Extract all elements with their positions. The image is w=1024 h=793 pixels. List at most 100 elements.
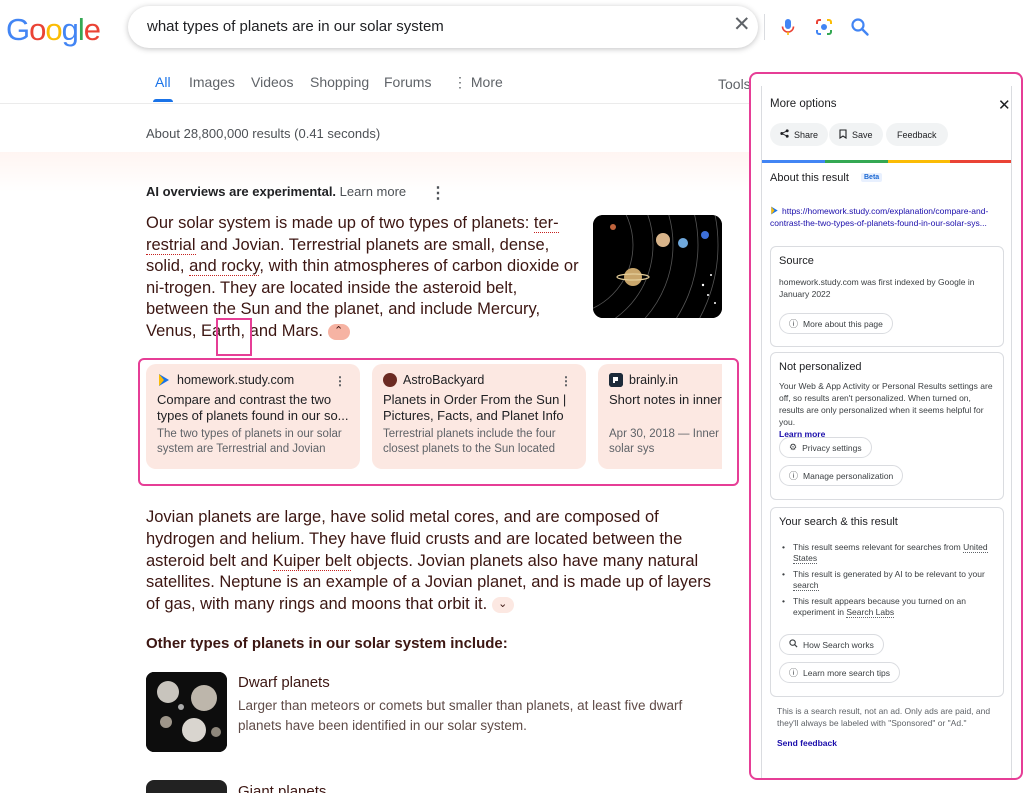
paragraph-text: Our solar system is made up of two types…: [146, 214, 534, 232]
collapse-sources-button[interactable]: ⌃: [327, 323, 350, 340]
gear-icon: ⚙: [789, 442, 798, 452]
learn-more-link[interactable]: Learn more: [340, 184, 406, 199]
bullet-link[interactable]: Search Labs: [846, 606, 895, 618]
tab-videos[interactable]: Videos: [251, 74, 294, 90]
your-search-section: Your search & this result This result se…: [770, 507, 1004, 697]
ad-disclaimer: This is a search result, not an ad. Only…: [777, 706, 991, 728]
personalization-body: Your Web & App Activity or Personal Resu…: [779, 381, 993, 427]
other-types-heading: Other types of planets in our solar syst…: [146, 635, 508, 652]
ai-overview-paragraph-2: Jovian planets are large, have solid met…: [146, 507, 721, 616]
save-button[interactable]: Save: [829, 123, 883, 146]
manage-personalization-label: Manage personalization: [803, 470, 894, 481]
term-link[interactable]: Kuiper belt: [272, 551, 352, 571]
logo-letter: g: [61, 12, 79, 47]
save-label: Save: [852, 129, 873, 140]
source-header: homework.study.com: [157, 373, 349, 387]
search-tips-label: Learn more search tips: [803, 667, 890, 678]
source-snippet: Terrestrial planets include the four clo…: [383, 428, 556, 455]
tab-shopping[interactable]: Shopping: [310, 74, 369, 90]
personalization-heading: Not personalized: [779, 361, 862, 373]
list-item: This result appears because you turned o…: [779, 596, 995, 618]
personalization-section: Not personalized Your Web & App Activity…: [770, 352, 1004, 500]
share-button[interactable]: Share: [770, 123, 829, 146]
brainly-favicon-icon: [609, 373, 623, 387]
how-search-works-label: How Search works: [803, 639, 874, 650]
astrobackyard-favicon-icon: [383, 373, 397, 387]
tab-more[interactable]: ⋮ More: [453, 74, 503, 91]
term-link[interactable]: and rocky: [189, 257, 260, 277]
mic-icon[interactable]: [778, 17, 798, 37]
about-result-title: About this result: [770, 172, 849, 184]
source-site: AstroBackyard: [403, 373, 485, 387]
privacy-settings-button[interactable]: ⚙ Privacy settings: [779, 437, 872, 458]
result-url-link[interactable]: https://homework.study.com/explanation/c…: [770, 205, 1006, 229]
list-item: This result is generated by AI to be rel…: [779, 569, 995, 591]
source-snippet: The two types of planets in our solar sy…: [157, 428, 342, 455]
search-tips-button[interactable]: ⓘ Learn more search tips: [779, 662, 900, 683]
dwarf-planets-description: Larger than meteors or comets but smalle…: [238, 698, 683, 733]
google-logo[interactable]: Google: [6, 12, 101, 48]
chevron-down-icon: ⌄: [498, 597, 508, 610]
panel-color-bar: [762, 160, 1011, 163]
source-title: Compare and contrast the two types of pl…: [157, 392, 349, 423]
result-url: https://homework.study.com/explanation/c…: [770, 206, 989, 228]
info-icon: ⓘ: [789, 668, 799, 678]
giant-planets-image[interactable]: [146, 780, 227, 793]
info-icon: ⓘ: [789, 319, 799, 329]
logo-letter: o: [45, 12, 62, 47]
logo-letter: G: [6, 12, 30, 47]
tab-all[interactable]: All: [153, 74, 173, 102]
logo-letter: e: [83, 12, 101, 47]
source-title: Planets in Order From the Sun | Pictures…: [383, 392, 567, 423]
source-snippet: Apr 30, 2018 — Inner p planets in the so…: [609, 428, 722, 455]
source-title: Short notes in inner: [609, 392, 722, 407]
search-bar[interactable]: what types of planets are in our solar s…: [128, 6, 869, 48]
source-card[interactable]: AstroBackyard ⋮ Planets in Order From th…: [372, 364, 586, 469]
giant-planets-title[interactable]: Giant planets: [238, 783, 326, 793]
source-site: homework.study.com: [177, 373, 295, 387]
more-vert-icon[interactable]: ⋮: [430, 183, 446, 203]
tools-button[interactable]: Tools: [718, 76, 751, 92]
more-about-page-button[interactable]: ⓘ More about this page: [779, 313, 893, 334]
source-section: Source homework.study.com was first inde…: [770, 246, 1004, 347]
bullet-link[interactable]: search: [793, 579, 819, 591]
ai-overview-paragraph-1: Our solar system is made up of two types…: [146, 213, 580, 343]
dwarf-planets-title[interactable]: Dwarf planets: [238, 674, 330, 691]
how-search-works-button[interactable]: How Search works: [779, 634, 884, 655]
source-card[interactable]: homework.study.com ⋮ Compare and contras…: [146, 364, 360, 469]
source-heading: Source: [779, 255, 814, 267]
tabs-divider: [0, 103, 750, 104]
bullet-text: This result seems relevant for searches …: [793, 542, 964, 552]
search-divider: [764, 14, 765, 40]
bullet-text: This result is generated by AI to be rel…: [793, 569, 985, 579]
more-vert-icon[interactable]: ⋮: [334, 374, 346, 388]
search-input[interactable]: what types of planets are in our solar s…: [147, 18, 444, 35]
dwarf-planets-image[interactable]: [146, 672, 227, 752]
manage-personalization-button[interactable]: ⓘ Manage personalization: [779, 465, 904, 486]
your-search-heading: Your search & this result: [779, 516, 898, 528]
more-vert-icon[interactable]: ⋮: [560, 374, 572, 388]
list-item: This result seems relevant for searches …: [779, 542, 995, 564]
study-favicon-icon: [157, 373, 171, 387]
more-options-panel: More options ✕ Share Save Feedback About…: [761, 86, 1012, 778]
tab-images[interactable]: Images: [189, 74, 235, 90]
solar-system-image[interactable]: [593, 215, 722, 318]
vertical-dots-icon: ⋮: [453, 74, 471, 90]
study-favicon-icon: [770, 206, 779, 215]
feedback-button[interactable]: Feedback: [886, 123, 948, 146]
search-icon: [789, 639, 798, 650]
close-icon[interactable]: ✕: [998, 96, 1011, 114]
results-stats: About 28,800,000 results (0.41 seconds): [146, 126, 381, 141]
close-icon[interactable]: ✕: [733, 14, 751, 35]
source-cards: homework.study.com ⋮ Compare and contras…: [146, 364, 722, 470]
send-feedback-link[interactable]: Send feedback: [777, 738, 837, 748]
source-header: brainly.in: [609, 373, 722, 387]
source-site: brainly.in: [629, 373, 679, 387]
expand-sources-button[interactable]: ⌄: [491, 596, 514, 613]
more-about-page-label: More about this page: [803, 318, 883, 329]
source-card[interactable]: brainly.in Short notes in inner Apr 30, …: [598, 364, 722, 469]
search-icon[interactable]: [850, 17, 870, 37]
lens-icon[interactable]: [814, 17, 834, 37]
personalization-text: Your Web & App Activity or Personal Resu…: [779, 380, 997, 440]
tab-forums[interactable]: Forums: [384, 74, 431, 90]
